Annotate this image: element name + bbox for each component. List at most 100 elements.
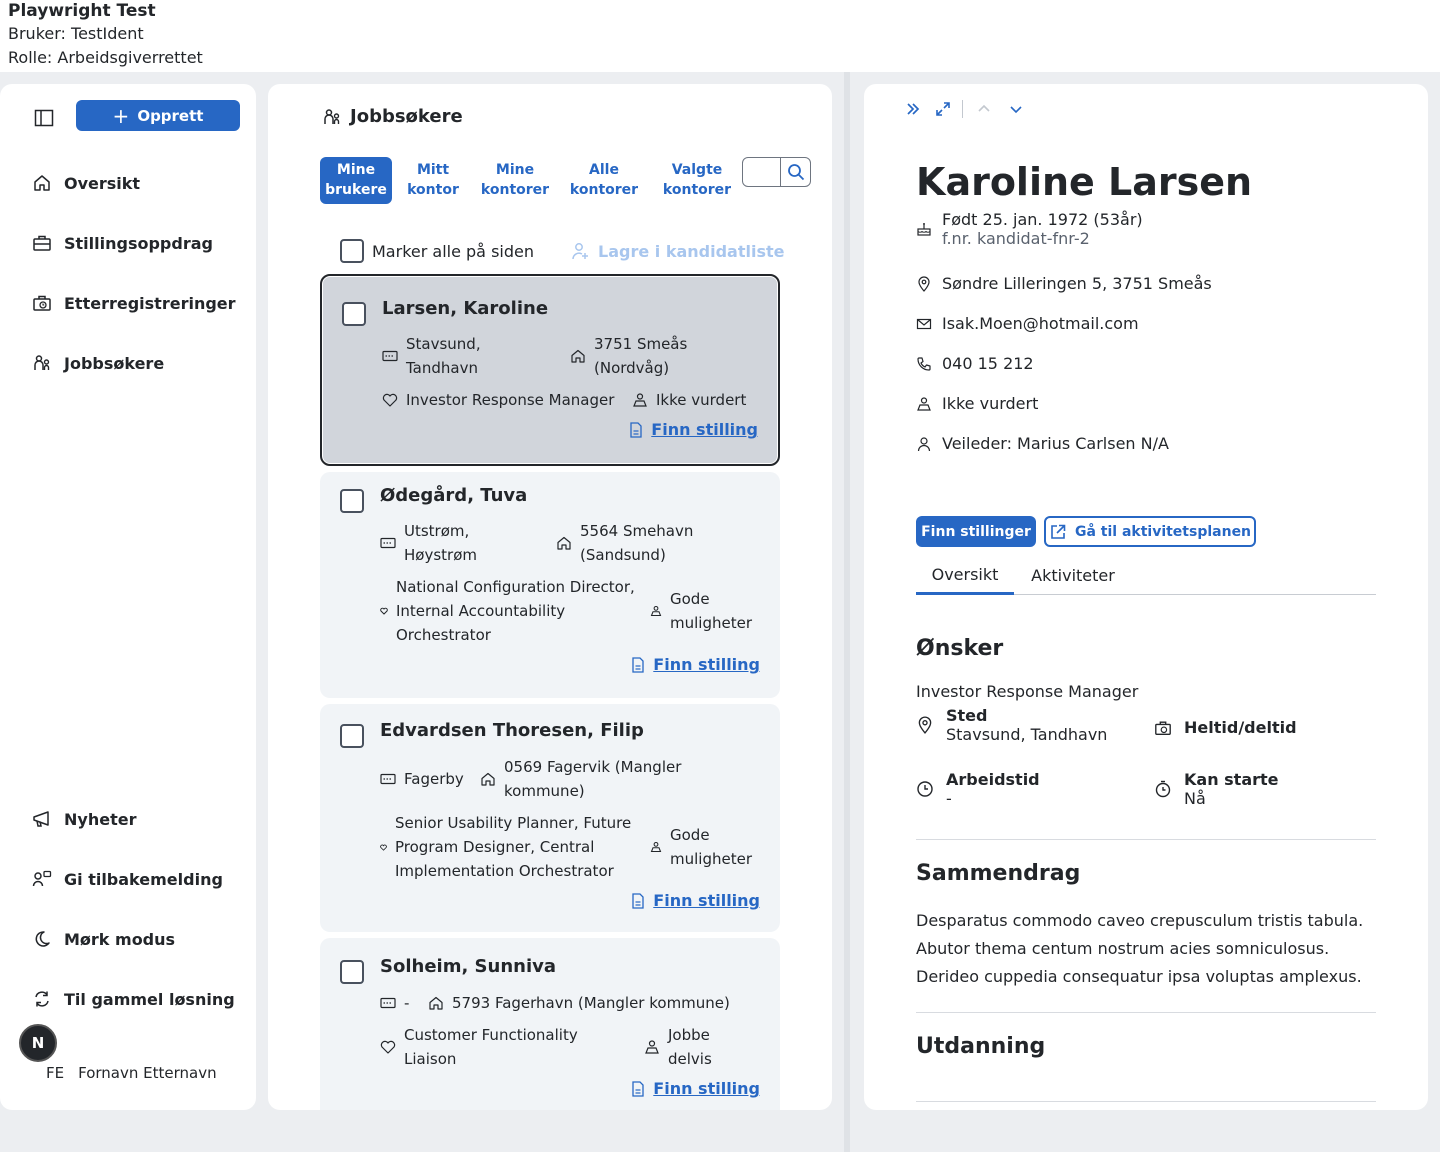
mark-all-checkbox[interactable]: Marker alle på siden xyxy=(340,239,534,263)
candidate-full-name: Karoline Larsen xyxy=(916,160,1253,204)
filter-mitt-kontor[interactable]: Mitt kontor xyxy=(392,157,474,204)
chevron-up-icon[interactable] xyxy=(975,99,993,119)
create-button[interactable]: + Opprett xyxy=(76,100,240,131)
candidate-place: Fagerby xyxy=(380,767,464,791)
candidate-card[interactable]: Edvardsen Thoresen, Filip Fagerby 0569 F… xyxy=(320,704,780,932)
tab-oversikt[interactable]: Oversikt xyxy=(916,556,1014,595)
feedback-icon xyxy=(32,869,52,889)
checkbox[interactable] xyxy=(340,239,364,263)
checkbox[interactable] xyxy=(340,489,364,513)
house-icon xyxy=(481,772,495,786)
house-icon xyxy=(32,173,52,193)
person-status-icon xyxy=(633,393,647,407)
wish-job: Investor Response Manager xyxy=(916,682,1139,701)
activity-plan-button[interactable]: Gå til aktivitetsplanen xyxy=(1044,516,1256,547)
handshake-heart-icon xyxy=(380,844,387,851)
candidate-name: Solheim, Sunniva xyxy=(380,956,557,977)
checkbox[interactable] xyxy=(340,960,364,984)
candidate-status: Jobbe delvis xyxy=(644,1023,712,1071)
candidate-card[interactable]: Larsen, Karoline Stavsund, Tandhavn 3751 … xyxy=(320,274,780,466)
clock-icon xyxy=(917,781,933,797)
collapse-panel-icon[interactable] xyxy=(904,99,922,119)
divider xyxy=(916,839,1376,840)
sidebar-item-label: Etterregistreringer xyxy=(64,293,236,313)
save-to-list-label: Lagre i kandidatliste xyxy=(598,241,785,261)
plus-icon: + xyxy=(112,103,130,128)
sidebar-item-old-solution[interactable]: Til gammel løsning xyxy=(32,985,235,1013)
person-status-icon xyxy=(645,1040,659,1054)
expand-icon[interactable] xyxy=(934,99,952,119)
find-jobs-button[interactable]: Finn stillinger xyxy=(916,516,1036,547)
person-icon xyxy=(917,436,931,451)
sidebar-item-oversikt[interactable]: Oversikt xyxy=(32,169,140,197)
top-banner: Playwright Test Bruker: TestIdent Rolle:… xyxy=(0,0,1440,72)
filter-mine-kontorer[interactable]: Mine kontorer xyxy=(474,157,556,204)
filter-alle-kontorer[interactable]: Alle kontorer xyxy=(556,157,652,204)
banner-role: Rolle: Arbeidsgiverrettet xyxy=(8,48,203,67)
sidebar-toggle-icon[interactable] xyxy=(34,108,54,128)
handshake-heart-icon xyxy=(380,607,388,615)
divider xyxy=(916,1101,1376,1102)
sidebar-item-etterregistreringer[interactable]: Etterregistreringer xyxy=(32,289,236,317)
candidate-job: National Configuration Director, Internal… xyxy=(380,575,635,647)
location-card-icon xyxy=(380,997,396,1009)
education-heading: Utdanning xyxy=(916,1034,1046,1059)
user-info[interactable]: FE Fornavn Etternavn xyxy=(46,1064,217,1082)
app-avatar[interactable]: N xyxy=(19,1024,57,1062)
external-link-icon xyxy=(1051,524,1066,539)
search-field[interactable] xyxy=(742,157,811,187)
filter-tabs: Mine brukere Mitt kontor Mine kontorer Alle… xyxy=(320,157,742,204)
sidebar-item-nyheter[interactable]: Nyheter xyxy=(32,805,136,833)
candidate-address: 5793 Fagerhavn (Mangler kommune) xyxy=(428,991,730,1015)
location-card-icon xyxy=(380,773,396,785)
candidate-card[interactable]: Ødegård, Tuva Utstrøm, Høystrøm 5564 Smeh… xyxy=(320,472,780,698)
sidebar-item-label: Til gammel løsning xyxy=(64,989,235,1009)
candidate-address: 5564 Smehavn (Sandsund) xyxy=(556,519,693,567)
phone-info: 040 15 212 xyxy=(916,354,1034,373)
handshake-heart-icon xyxy=(382,393,398,407)
search-button[interactable] xyxy=(781,158,810,186)
candidate-status: Gode muligheter xyxy=(650,587,752,635)
banner-title: Playwright Test xyxy=(8,1,156,21)
candidate-job: Senior Usability Planner, Future Program … xyxy=(380,811,631,883)
find-job-link[interactable]: Finn stilling xyxy=(629,420,758,439)
sidebar-item-label: Oversikt xyxy=(64,173,141,193)
person-add-icon xyxy=(572,243,588,260)
phone-icon xyxy=(917,356,931,371)
tab-aktiviteter[interactable]: Aktiviteter xyxy=(1014,556,1132,595)
candidate-status: Gode muligheter xyxy=(650,823,752,871)
document-icon xyxy=(630,421,642,438)
checkbox[interactable] xyxy=(342,302,366,326)
find-job-link[interactable]: Finn stilling xyxy=(631,1079,760,1098)
user-name: Fornavn Etternavn xyxy=(78,1064,217,1082)
save-to-list-button[interactable]: Lagre i kandidatliste xyxy=(570,241,784,261)
house-icon xyxy=(571,349,585,363)
sidebar-item-jobbsokere[interactable]: Jobbsøkere xyxy=(32,349,164,377)
sidebar-item-label: Nyheter xyxy=(64,809,137,829)
people-icon xyxy=(32,353,52,373)
find-job-link[interactable]: Finn stilling xyxy=(631,655,760,674)
candidate-name: Edvardsen Thoresen, Filip xyxy=(380,720,644,741)
checkbox[interactable] xyxy=(340,724,364,748)
find-job-link[interactable]: Finn stilling xyxy=(631,891,760,910)
house-icon xyxy=(429,996,443,1010)
chevron-down-icon[interactable] xyxy=(1007,99,1025,119)
candidate-card[interactable]: Solheim, Sunniva - 5793 Fagerhavn (Mangl… xyxy=(320,938,780,1110)
sidebar-item-dark-mode[interactable]: Mørk modus xyxy=(32,925,175,953)
filter-valgte-kontorer[interactable]: Valgte kontorer xyxy=(652,157,742,204)
moon-icon xyxy=(32,929,52,949)
sidebar-item-feedback[interactable]: Gi tilbakemelding xyxy=(32,865,223,893)
candidate-name: Larsen, Karoline xyxy=(382,298,549,319)
candidate-job: Investor Response Manager xyxy=(382,388,614,412)
sidebar-item-label: Gi tilbakemelding xyxy=(64,869,223,889)
briefcase-clock-icon xyxy=(32,293,52,313)
candidate-address: 0569 Fagervik (Mangler kommune) xyxy=(480,755,681,803)
handshake-heart-icon xyxy=(380,1040,396,1054)
panel-resize-handle[interactable] xyxy=(844,72,850,1152)
wish-start: Kan starte Nå xyxy=(1154,770,1279,808)
filter-mine-brukere[interactable]: Mine brukere xyxy=(320,157,392,204)
sidebar-item-stillingsoppdrag[interactable]: Stillingsoppdrag xyxy=(32,229,213,257)
location-pin-icon xyxy=(918,275,930,292)
search-input[interactable] xyxy=(743,158,781,186)
sidebar-item-label: Jobbsøkere xyxy=(64,353,165,373)
